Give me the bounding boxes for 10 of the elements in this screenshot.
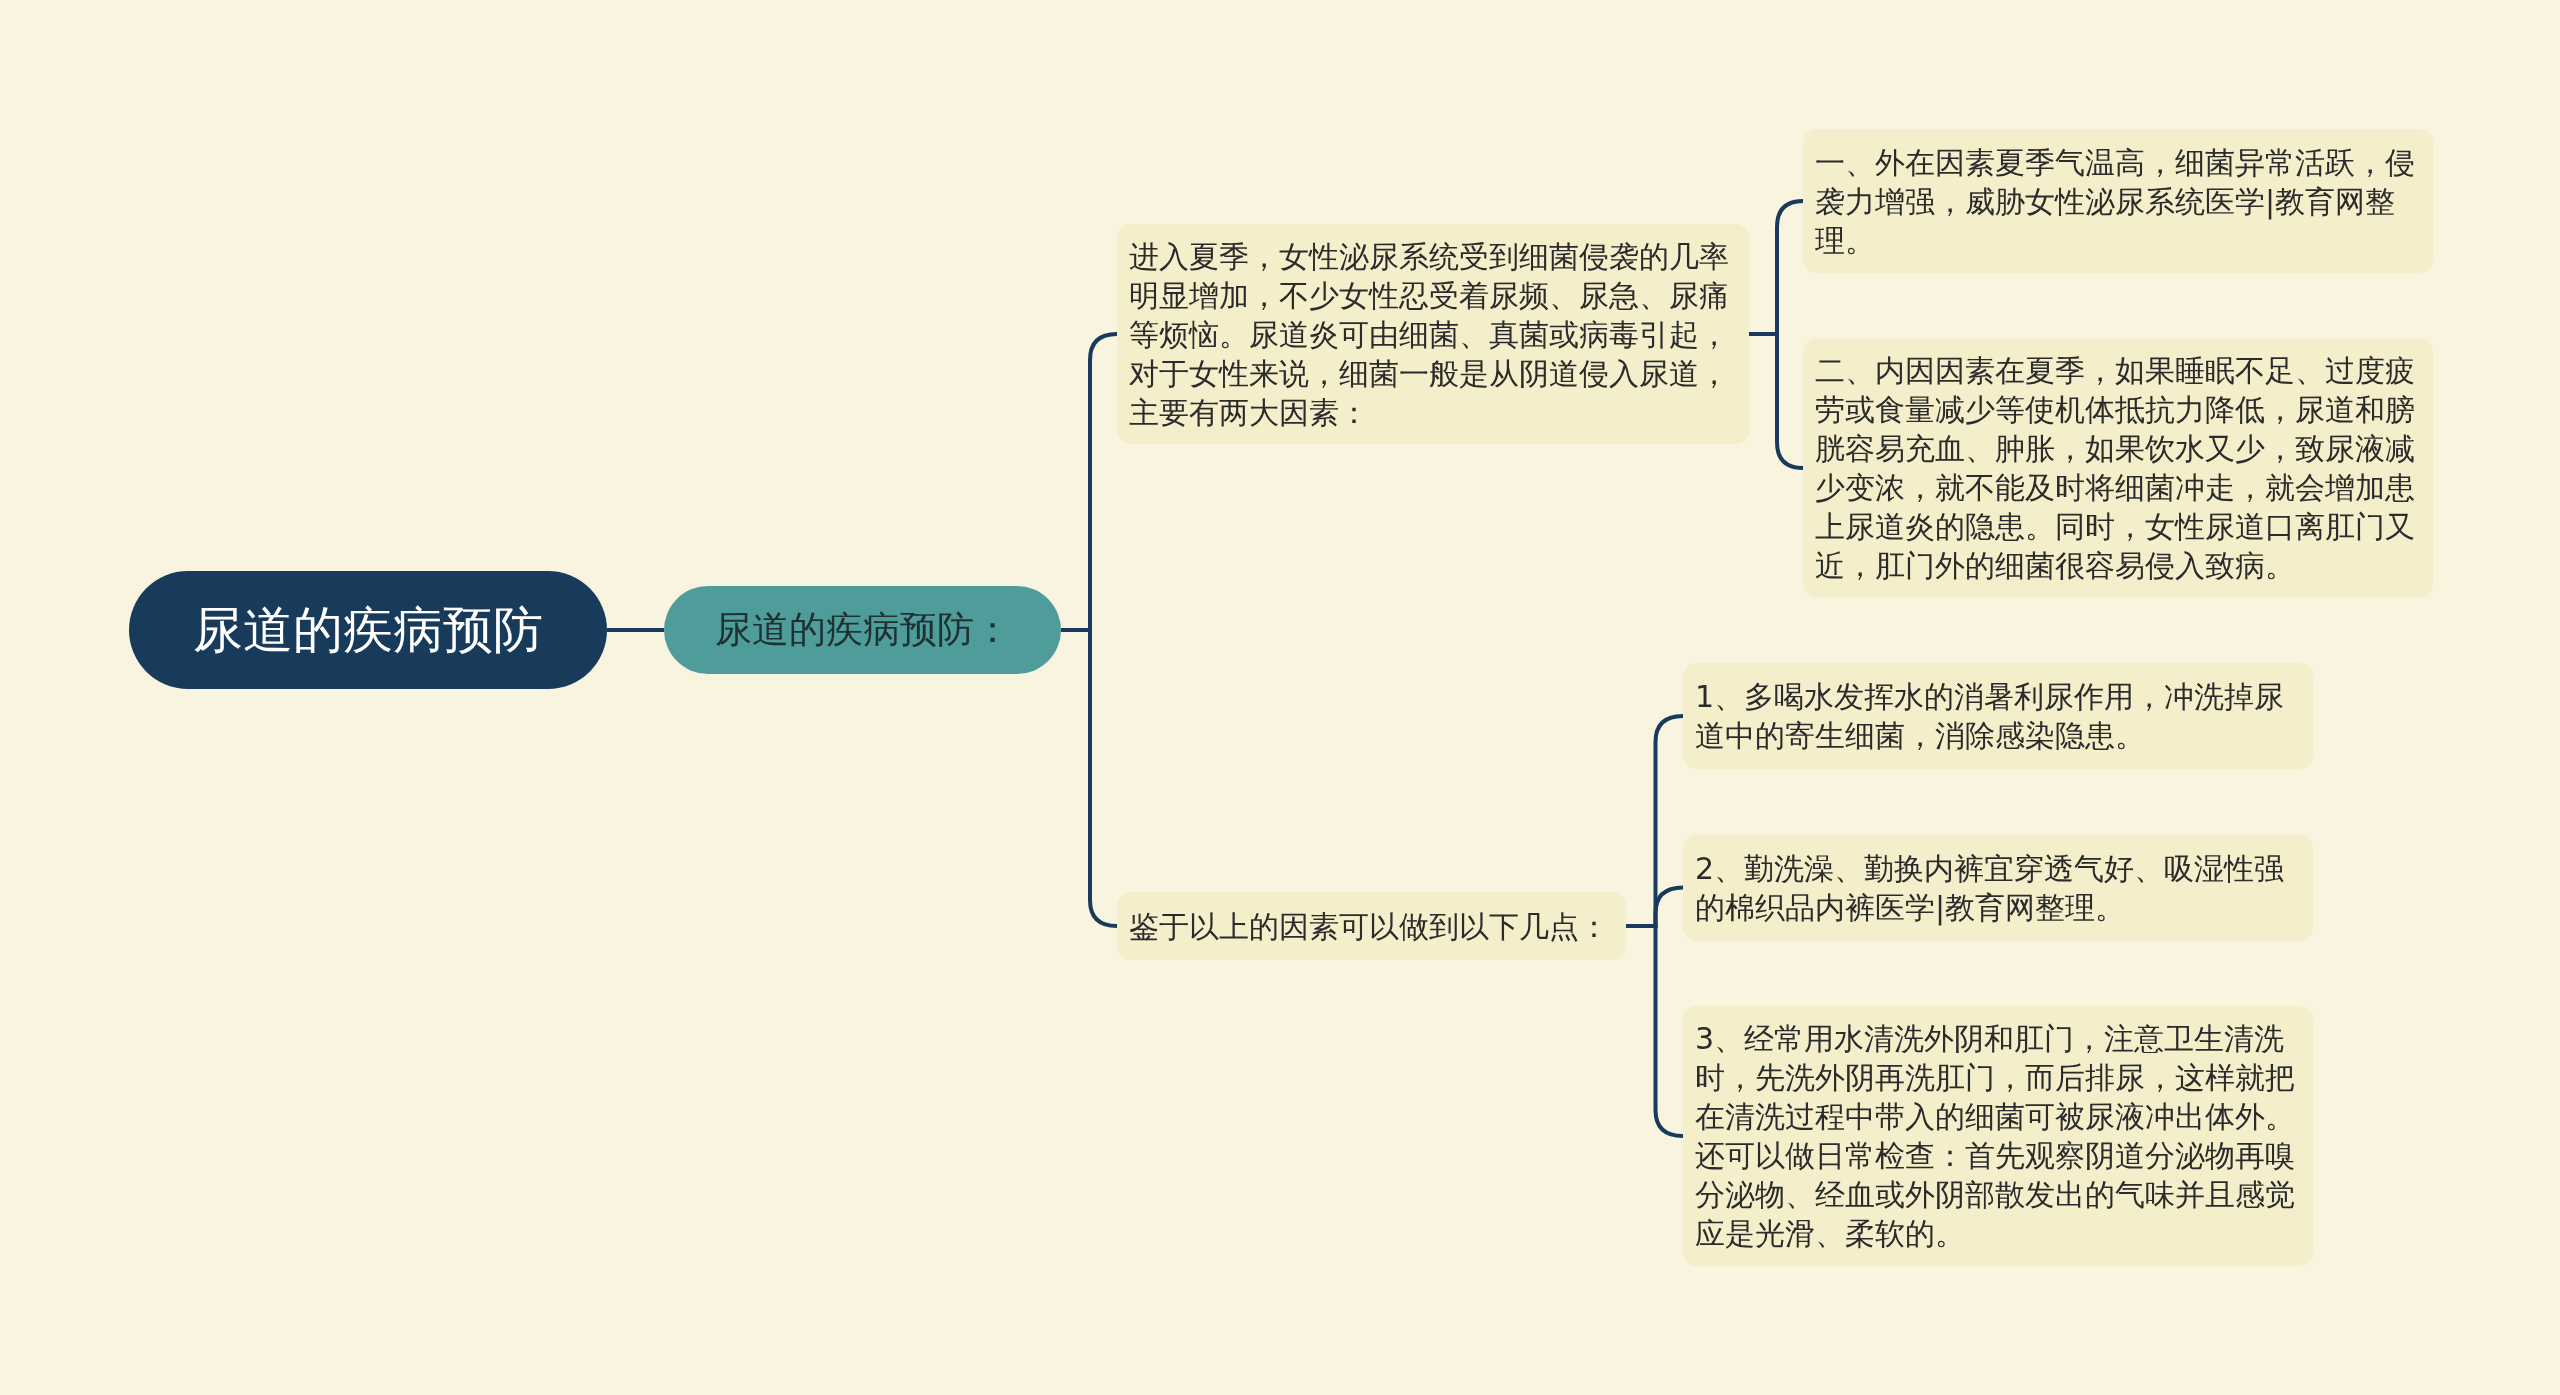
subtopic-text: 1、多喝水发挥水的消暑利尿作用，冲洗掉尿道中的寄生细菌，消除感染隐患。 (1683, 663, 2313, 769)
main-topic: 尿道的疾病预防： (664, 586, 1061, 674)
root-topic: 尿道的疾病预防 (129, 571, 607, 689)
subtopic-text: 鉴于以上的因素可以做到以下几点： (1117, 892, 1626, 960)
subtopic-text: 二、内因因素在夏季，如果睡眠不足、过度疲劳或食量减少等使机体抵抗力降低，尿道和膀胱容易充血、肿胀，如果饮水又少，致尿液减少变浓，就不能及时将细菌冲走，就会增加患上尿道炎的隐患。同时，女性尿道口离肛门又近，肛门外的细菌很容易侵入致病。 (1803, 338, 2433, 598)
connector-line (607, 628, 664, 632)
subtopic-text: 一、外在因素夏季气温高，细菌异常活跃，侵袭力增强，威胁女性泌尿系统医学|教育网整理。 (1803, 129, 2433, 273)
subtopic-text: 进入夏季，女性泌尿系统受到细菌侵袭的几率明显增加，不少女性忍受着尿频、尿急、尿痛等烦恼。尿道炎可由细菌、真菌或病毒引起，对于女性来说，细菌一般是从阴道侵入尿道，主要有两大因素： (1117, 224, 1749, 444)
subtopic-text: 2、勤洗澡、勤换内裤宜穿透气好、吸湿性强的棉织品内裤医学|教育网整理。 (1683, 834, 2313, 941)
subtopic-text: 3、经常用水清洗外阴和肛门，注意卫生清洗时，先洗外阴再洗肛门，而后排尿，这样就把在清洗过程中带入的细菌可被尿液冲出体外。还可以做日常检查：首先观察阴道分泌物再嗅分泌物、经血或外阴部散发出的气味并且感觉应是光滑、柔软的。 (1683, 1006, 2313, 1266)
